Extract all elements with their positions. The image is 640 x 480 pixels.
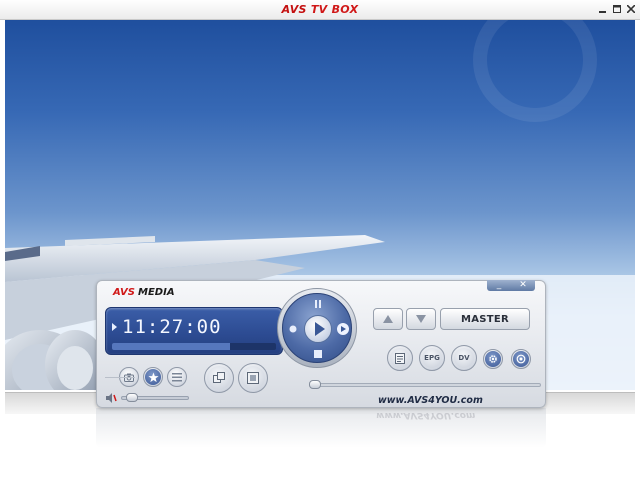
list-icon (172, 372, 182, 381)
pause-icon (315, 300, 321, 308)
player-mini-controls: _ ✕ (487, 280, 535, 291)
time-display: 11:27:00 (122, 316, 222, 338)
record-icon (289, 325, 297, 333)
fullscreen-icon (247, 372, 259, 384)
playback-progress-fill (112, 343, 231, 350)
minimize-icon (598, 11, 606, 13)
jog-dial (282, 293, 352, 363)
record-button[interactable] (286, 322, 300, 336)
url-reflection: www.AVS4YOU.com (376, 410, 476, 420)
triangle-up-icon (383, 315, 393, 323)
close-button[interactable] (625, 3, 636, 15)
windows-icon (213, 372, 225, 383)
player-close-button[interactable]: ✕ (511, 280, 535, 291)
brand-media: MEDIA (138, 287, 175, 298)
lcd-display: 11:27:00 (105, 307, 283, 355)
media-player-panel[interactable]: AVS MEDIA _ ✕ 11:27:00 MASTER EPG DV www… (96, 280, 546, 408)
fullscreen-button[interactable] (238, 363, 268, 393)
master-button[interactable]: MASTER (440, 308, 530, 330)
brand-avs: AVS (113, 287, 136, 298)
stop-icon (314, 350, 322, 358)
close-icon (626, 5, 635, 13)
seek-slider-thumb[interactable] (309, 380, 321, 389)
dv-button[interactable]: DV (451, 345, 477, 371)
playlist-button[interactable] (167, 367, 187, 387)
next-button[interactable] (336, 322, 350, 336)
next-icon (337, 323, 349, 335)
title-bar[interactable]: AVS TV BOX (0, 0, 640, 20)
triangle-down-icon (416, 315, 426, 323)
website-link[interactable]: www.AVS4YOU.com (378, 395, 483, 406)
playback-progress-bar (112, 343, 276, 350)
volume-slider-thumb[interactable] (125, 393, 138, 402)
options-button[interactable] (483, 349, 503, 369)
window-mode-button[interactable] (204, 363, 234, 393)
maximize-button[interactable] (611, 3, 622, 15)
seek-slider[interactable] (309, 383, 541, 387)
maximize-icon (612, 5, 621, 13)
favorites-button[interactable] (143, 367, 163, 387)
gear-icon (489, 355, 497, 363)
channel-down-button[interactable] (406, 308, 436, 330)
window-controls (597, 3, 636, 15)
channel-up-button[interactable] (373, 308, 403, 330)
epg-label: EPG (422, 348, 442, 368)
devices-button[interactable] (511, 349, 531, 369)
title-brand: AVS (281, 3, 307, 16)
player-minimize-button[interactable]: _ (487, 280, 511, 291)
minimize-button[interactable] (597, 3, 608, 15)
device-icon (516, 354, 526, 364)
epg-button[interactable]: EPG (419, 345, 445, 371)
play-button[interactable] (304, 315, 332, 343)
star-icon (147, 372, 159, 382)
stop-button[interactable] (311, 347, 325, 361)
player-reflection: www.AVS4YOU.com (96, 408, 546, 448)
title-product: TV BOX (310, 3, 359, 16)
settings-doc-button[interactable] (387, 345, 413, 371)
dv-label: DV (454, 348, 474, 368)
divider (105, 377, 135, 378)
mute-icon[interactable] (105, 392, 117, 404)
document-icon (395, 352, 405, 364)
play-icon (314, 322, 325, 336)
window-title: AVS TV BOX (0, 3, 640, 16)
play-indicator-icon (112, 323, 117, 331)
avs-tv-box-window: AVS TV BOX www.AVS4YOU.com AVS MEDIA _ ✕… (0, 0, 640, 480)
pause-button[interactable] (311, 297, 325, 311)
player-brand: AVS MEDIA (113, 287, 175, 298)
